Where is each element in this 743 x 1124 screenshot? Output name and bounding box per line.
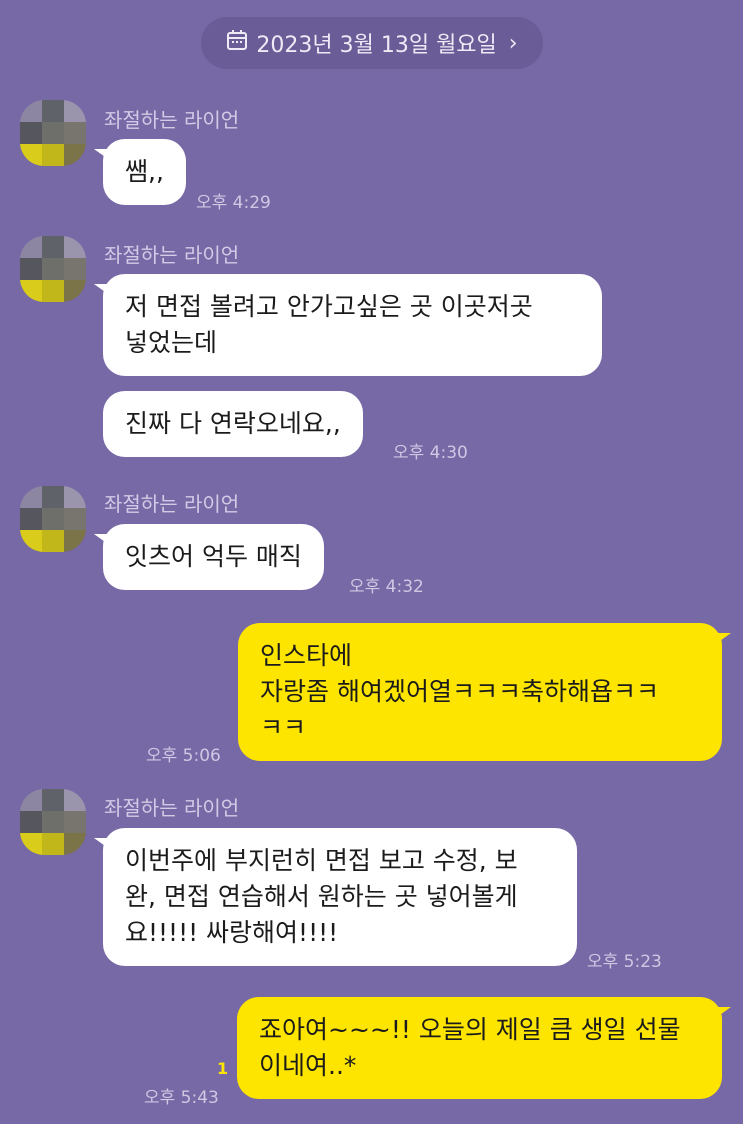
message-time: 오후 5:43 [144,1088,219,1108]
chat-room: 2023년 3월 13일 월요일 › 좌절하는 라이언 쌤,, 오후 4:29 … [0,0,743,1124]
calendar-icon [226,29,248,57]
message-time: 오후 4:29 [196,193,271,213]
chevron-right-icon: › [508,30,518,56]
incoming-message-bubble[interactable]: 쌤,, [94,139,186,205]
outgoing-message-bubble[interactable]: 죠아여~~~!! 오늘의 제일 큼 생일 선물 이네여..* [237,997,731,1099]
unread-count: 1 [217,1059,229,1078]
message-time: 오후 5:23 [587,952,662,972]
message-time: 오후 5:06 [146,746,221,766]
sender-avatar[interactable] [20,486,86,552]
sender-avatar[interactable] [20,100,86,166]
incoming-message-bubble[interactable]: 이번주에 부지런히 면접 보고 수정, 보 완, 면접 연습해서 원하는 곳 넣… [94,828,577,966]
sender-name: 좌절하는 라이언 [104,243,240,267]
date-header-button[interactable]: 2023년 3월 13일 월요일 › [201,17,543,69]
incoming-message-bubble[interactable]: 진짜 다 연락오네요,, [103,391,363,457]
incoming-message-bubble[interactable]: 잇츠어 억두 매직 [94,524,324,590]
incoming-message-bubble[interactable]: 저 면접 볼려고 안가고싶은 곳 이곳저곳 넣었는데 [94,274,602,376]
sender-name: 좌절하는 라이언 [104,492,240,516]
message-time: 오후 4:32 [349,577,424,597]
sender-name: 좌절하는 라이언 [104,796,240,820]
sender-avatar[interactable] [20,236,86,302]
sender-avatar[interactable] [20,789,86,855]
message-time: 오후 4:30 [393,443,468,463]
date-label: 2023년 3월 13일 월요일 [256,33,497,58]
outgoing-message-bubble[interactable]: 인스타에 자랑좀 해여겠어열ㅋㅋㅋ축하해욥ㅋㅋ ㅋㅋ [238,623,731,761]
sender-name: 좌절하는 라이언 [104,108,240,132]
